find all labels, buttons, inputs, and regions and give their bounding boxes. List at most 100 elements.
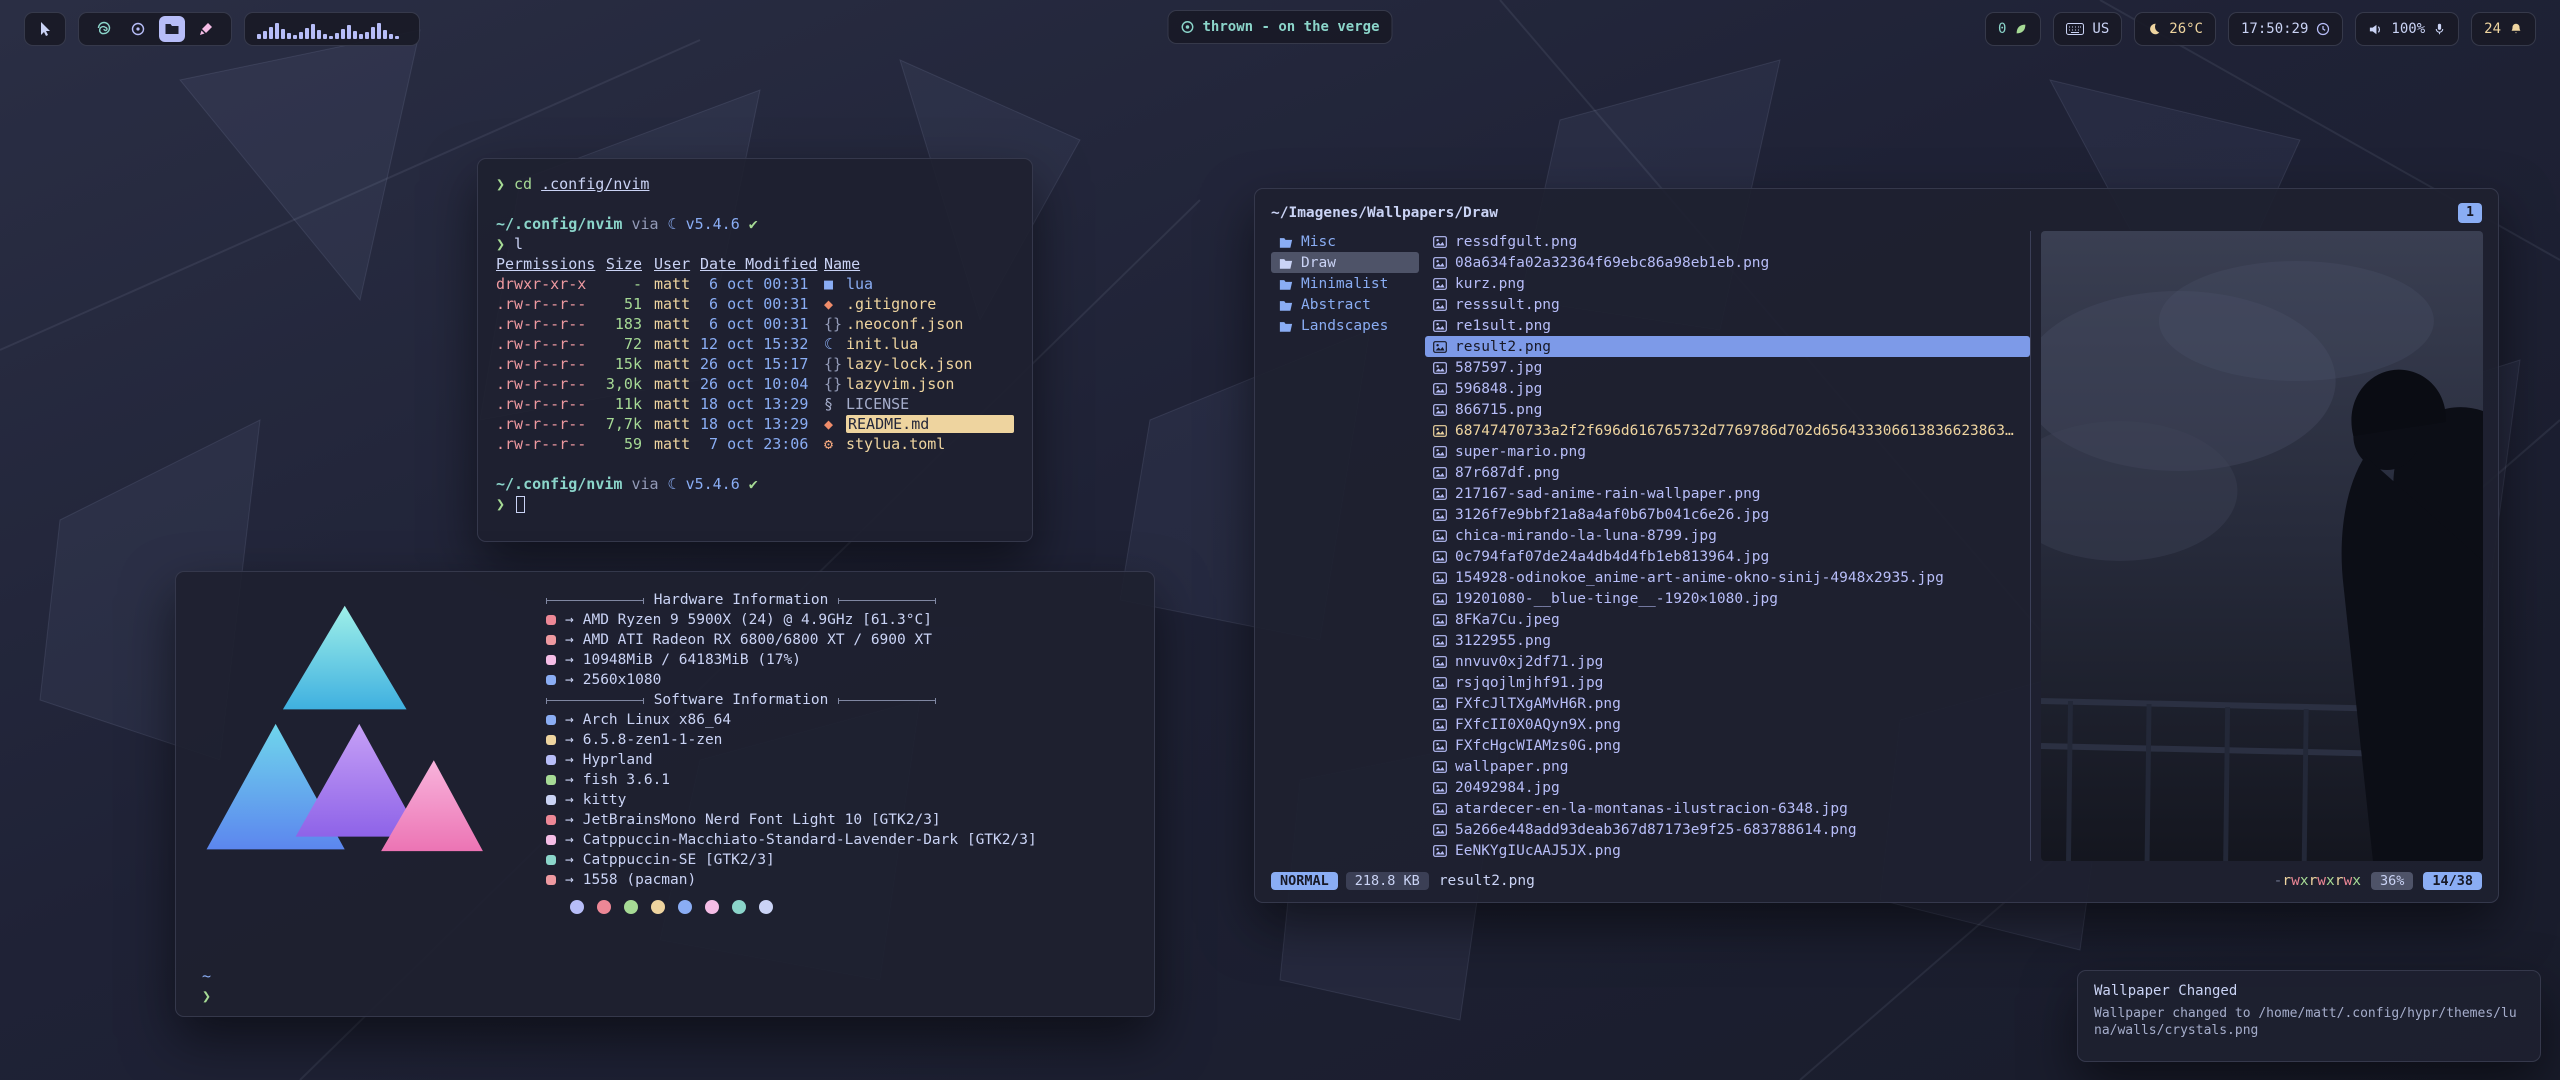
workspace-button-1[interactable] — [91, 16, 117, 42]
info-text: AMD ATI Radeon RX 6800/6800 XT / 6900 XT — [583, 632, 932, 648]
prompt-status-line: ~/.config/nvim via ☾ v5.4.6 ✔ — [496, 214, 1014, 234]
folder-icon — [164, 21, 180, 37]
clock-widget[interactable]: 17:50:29 — [2228, 12, 2343, 46]
workspace-button-2[interactable] — [125, 16, 151, 42]
file-list-item[interactable]: FXfcHgcWIAMzs0G.png — [1425, 735, 2030, 756]
file-list-item[interactable]: 154928-odinokoe_anime-art-anime-okno-sin… — [1425, 567, 2030, 588]
file-list-item[interactable]: 8FKa7Cu.jpeg — [1425, 609, 2030, 630]
file-list-item[interactable]: FXfcII0X0AQyn9X.png — [1425, 714, 2030, 735]
sidebar-folder-item[interactable]: Misc — [1271, 231, 1419, 252]
info-line: → 6.5.8-zen1-1-zen — [546, 730, 1132, 750]
prompt-symbol: ❯ — [496, 235, 505, 253]
file-list: ressdfgult.png 08a634fa02a32364f69ebc86a… — [1425, 231, 2030, 861]
terminal-window[interactable]: ❯ cd .config/nvim ~/.config/nvim via ☾ v… — [477, 158, 1033, 542]
sidebar-folder-item[interactable]: Draw — [1271, 252, 1419, 273]
file-name-text: init.lua — [846, 335, 1014, 353]
file-list-item[interactable]: result2.png — [1425, 336, 2030, 357]
workspace-button-3[interactable] — [159, 16, 185, 42]
launcher-button[interactable] — [24, 12, 66, 46]
file-name-text: chica-mirando-la-luna-8799.jpg — [1455, 528, 1717, 544]
software-section-header: Software Information — [546, 690, 936, 710]
info-line: → AMD Ryzen 9 5900X (24) @ 4.9GHz [61.3°… — [546, 610, 1132, 630]
image-file-icon — [1433, 299, 1447, 311]
sidebar-folder-item[interactable]: Abstract — [1271, 294, 1419, 315]
empty-prompt-line[interactable]: ❯ — [496, 494, 1014, 514]
audio-widget[interactable]: 100% — [2355, 12, 2459, 46]
software-title: Software Information — [654, 692, 829, 708]
notification-popup[interactable]: Wallpaper Changed Wallpaper changed to /… — [2077, 970, 2541, 1062]
file-date-text: 26 oct 10:04 — [700, 375, 824, 393]
file-list-item[interactable]: EeNKYgIUcAAJ5JX.png — [1425, 840, 2030, 861]
file-list-item[interactable]: 217167-sad-anime-rain-wallpaper.png — [1425, 483, 2030, 504]
file-list-item[interactable]: 68747470733a2f2f696d616765732d7769786d70… — [1425, 420, 2030, 441]
distro-logo — [192, 588, 492, 878]
file-size-text: 15k — [596, 355, 642, 373]
image-file-icon — [1433, 362, 1447, 374]
file-date-text: 18 oct 13:29 — [700, 395, 824, 413]
tab-indicator[interactable]: 1 — [2458, 203, 2482, 223]
file-list-item[interactable]: 3126f7e9bbf21a8a4af0b67b041c6e26.jpg — [1425, 504, 2030, 525]
file-name-text: lua — [846, 275, 1014, 293]
file-owner-text: matt — [654, 415, 700, 433]
file-list-item[interactable]: 08a634fa02a32364f69ebc86a98eb1eb.png — [1425, 252, 2030, 273]
file-size-text: - — [596, 275, 642, 293]
file-date-text: 6 oct 00:31 — [700, 295, 824, 313]
file-list-item[interactable]: super-mario.png — [1425, 441, 2030, 462]
file-list-item[interactable]: nnvuv0xj2df71.jpg — [1425, 651, 2030, 672]
file-list-item[interactable]: 596848.jpg — [1425, 378, 2030, 399]
hardware-title: Hardware Information — [654, 592, 829, 608]
file-list-item[interactable]: 5a266e448add93deab367d87173e9f25-6837886… — [1425, 819, 2030, 840]
sidebar-folder-item[interactable]: Minimalist — [1271, 273, 1419, 294]
keyboard-layout-widget[interactable]: US — [2053, 12, 2122, 46]
file-list-item[interactable]: re1sult.png — [1425, 315, 2030, 336]
system-info: Hardware Information → AMD Ryzen 9 5900X… — [546, 590, 1132, 914]
image-preview-pane — [2030, 231, 2482, 861]
file-list-item[interactable]: kurz.png — [1425, 273, 2030, 294]
top-bar-right: 0 US 26°C 17:50:29 — [1985, 12, 2536, 46]
file-list-item[interactable]: FXfcJlTXgAMvH6R.png — [1425, 693, 2030, 714]
folder-name-text: Draw — [1301, 255, 1336, 271]
weather-widget[interactable]: 26°C — [2134, 12, 2216, 46]
image-file-icon — [1433, 740, 1447, 752]
file-list-item[interactable]: 587597.jpg — [1425, 357, 2030, 378]
notification-title: Wallpaper Changed — [2094, 983, 2524, 999]
file-list-item[interactable]: 3122955.png — [1425, 630, 2030, 651]
file-list-item[interactable]: 0c794faf07de24a4db4d4fb1eb813964.jpg — [1425, 546, 2030, 567]
file-name-text: 3122955.png — [1455, 633, 1551, 649]
prompt-symbol: ❯ — [496, 495, 505, 513]
file-list-item[interactable]: 866715.png — [1425, 399, 2030, 420]
file-manager-window[interactable]: ~/Imagenes/Wallpapers/Draw 1 Misc Draw — [1254, 188, 2499, 903]
file-name-text: 596848.jpg — [1455, 381, 1542, 397]
file-owner-text: matt — [654, 375, 700, 393]
selected-file-name: result2.png — [1439, 873, 1535, 889]
file-list-item[interactable]: wallpaper.png — [1425, 756, 2030, 777]
info-icon — [546, 875, 556, 885]
file-list-item[interactable]: resssult.png — [1425, 294, 2030, 315]
audio-visualizer[interactable] — [244, 12, 420, 46]
file-list-item[interactable]: 20492984.jpg — [1425, 777, 2030, 798]
info-text: Catppuccin-SE [GTK2/3] — [583, 852, 775, 868]
file-list-item[interactable]: atardecer-en-la-montanas-ilustracion-634… — [1425, 798, 2030, 819]
sidebar-folder-item[interactable]: Landscapes — [1271, 315, 1419, 336]
file-name-text: result2.png — [1455, 339, 1551, 355]
keyboard-icon — [2066, 23, 2084, 35]
file-list-item[interactable]: 19201080-__blue-tinge__-1920×1080.jpg — [1425, 588, 2030, 609]
updates-widget[interactable]: 0 — [1985, 12, 2041, 46]
arrow-icon: → — [565, 852, 574, 868]
file-type-icon: ⚙ — [824, 435, 846, 453]
file-list-item[interactable]: chica-mirando-la-luna-8799.jpg — [1425, 525, 2030, 546]
info-text: AMD Ryzen 9 5900X (24) @ 4.9GHz [61.3°C] — [583, 612, 932, 628]
file-permissions-text: .rw-r--r-- — [496, 355, 596, 373]
system-info-window[interactable]: Hardware Information → AMD Ryzen 9 5900X… — [175, 571, 1155, 1017]
workspace-button-4[interactable] — [193, 16, 219, 42]
shell-prompt[interactable]: ~ ❯ — [202, 966, 211, 1006]
date-widget[interactable]: 24 — [2471, 12, 2536, 46]
file-type-icon: {} — [824, 375, 846, 393]
top-bar: thrown - on the verge 0 US 26°C 17:50:29 — [24, 10, 2536, 48]
file-list-item[interactable]: rsjqojlmjhf91.jpg — [1425, 672, 2030, 693]
prompt-symbol: ❯ — [496, 175, 505, 193]
file-list-item[interactable]: ressdfgult.png — [1425, 231, 2030, 252]
file-list-item[interactable]: 87r687df.png — [1425, 462, 2030, 483]
file-permissions: -rwxrwxrwx — [2274, 873, 2361, 889]
success-check-icon: ✔ — [749, 215, 758, 233]
